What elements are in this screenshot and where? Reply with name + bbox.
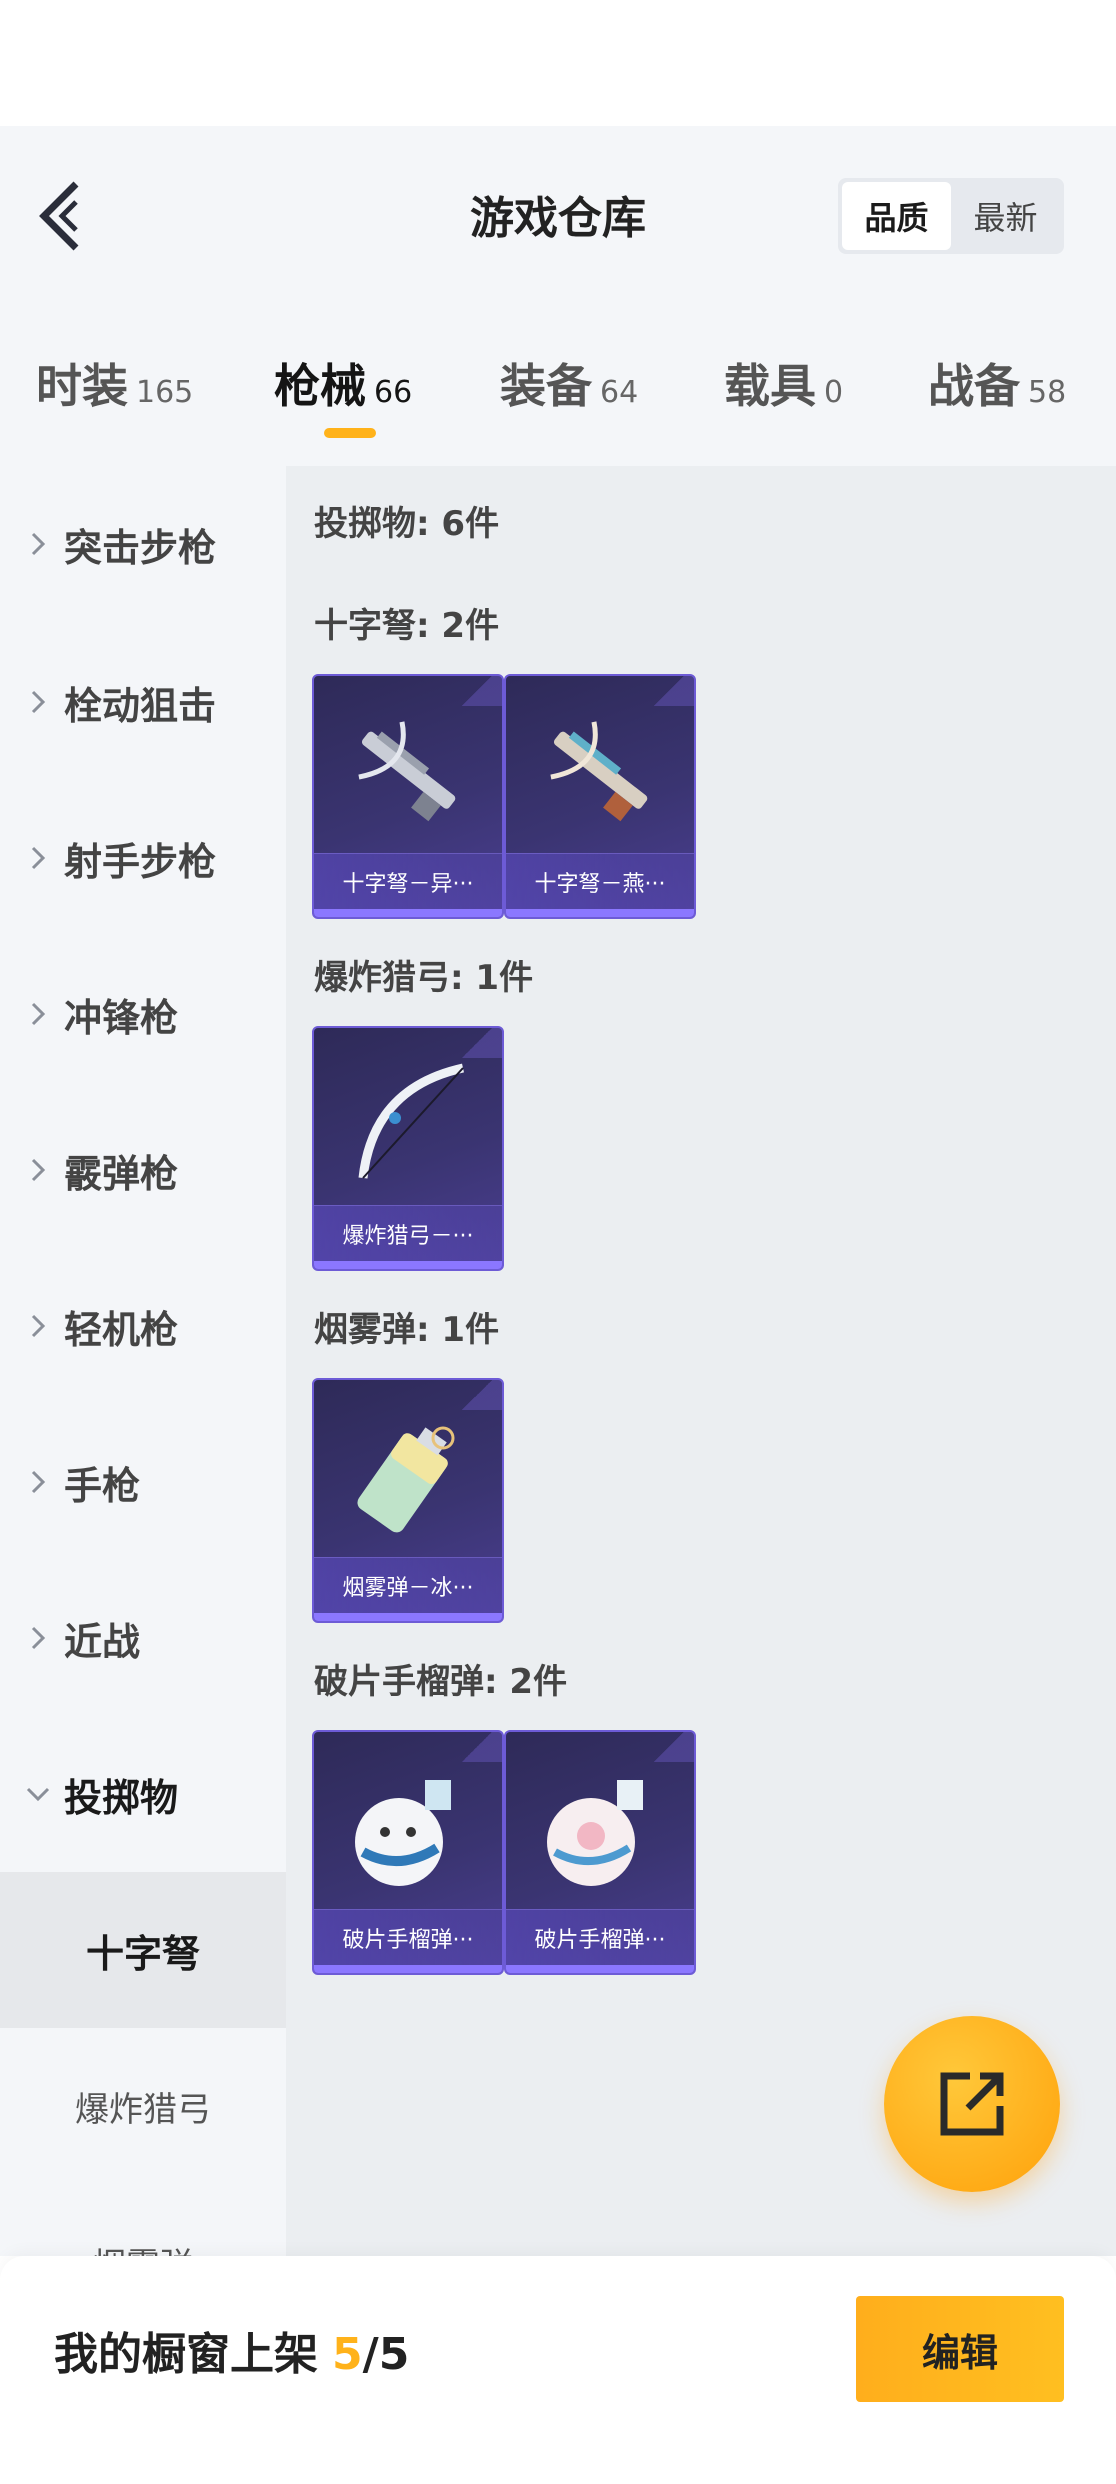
category-summary: 投掷物: 6件 bbox=[314, 504, 500, 544]
item-card-crossbow-2[interactable]: 十字弩－燕··· bbox=[504, 674, 696, 919]
sidebar-item-pistol[interactable]: 手枪 bbox=[0, 1432, 286, 1532]
showcase-total: 5 bbox=[378, 2329, 410, 2380]
tab-firearms[interactable]: 枪械 66 bbox=[274, 350, 412, 416]
rarity-bar bbox=[506, 909, 694, 917]
sidebar-item-label: 霰弹枪 bbox=[64, 1151, 179, 1196]
tab-count: 66 bbox=[374, 375, 413, 410]
back-arrow-icon bbox=[39, 181, 79, 251]
group-title-smoke-grenade: 烟雾弹: 1件 bbox=[314, 1310, 500, 1350]
chevron-right-icon bbox=[0, 1625, 64, 1651]
share-button[interactable] bbox=[884, 2016, 1060, 2192]
item-name: 破片手榴弹··· bbox=[506, 1909, 694, 1965]
rarity-bar bbox=[314, 1261, 502, 1269]
item-name: 烟雾弹－冰··· bbox=[314, 1557, 502, 1613]
sidebar-item-lmg[interactable]: 轻机枪 bbox=[0, 1276, 286, 1376]
status-bar bbox=[0, 0, 1116, 126]
share-icon bbox=[940, 2072, 1004, 2136]
chevron-right-icon bbox=[0, 845, 64, 871]
chevron-right-icon bbox=[0, 1469, 64, 1495]
group-title-crossbow: 十字弩: 2件 bbox=[314, 606, 500, 646]
bow-icon bbox=[314, 1038, 502, 1208]
sidebar: 突击步枪 栓动狙击 射手步枪 冲锋枪 霰弹枪 轻机枪 手枪 近战 投掷物 十字弩… bbox=[0, 466, 286, 2256]
chevron-right-icon bbox=[0, 531, 64, 557]
frag-grenade-icon bbox=[314, 1742, 502, 1912]
rarity-bar bbox=[314, 909, 502, 917]
group-title-explosive-bow: 爆炸猎弓: 1件 bbox=[314, 958, 534, 998]
tab-label: 枪械 bbox=[274, 359, 366, 413]
sidebar-item-throwables[interactable]: 投掷物 bbox=[0, 1744, 286, 1844]
sidebar-item-label: 手枪 bbox=[64, 1463, 141, 1508]
active-tab-indicator bbox=[324, 428, 376, 438]
tab-equipment[interactable]: 装备 64 bbox=[500, 350, 638, 416]
sidebar-item-bolt-sniper[interactable]: 栓动狙击 bbox=[0, 652, 286, 752]
category-tabs: 时装 165 枪械 66 装备 64 载具 0 战备 58 bbox=[0, 306, 1116, 466]
item-name: 十字弩－燕··· bbox=[506, 853, 694, 909]
sidebar-item-assault-rifle[interactable]: 突击步枪 bbox=[0, 494, 286, 594]
sidebar-item-label: 突击步枪 bbox=[64, 525, 217, 570]
showcase-count: 我的橱窗上架 5 / 5 bbox=[54, 2318, 409, 2382]
sidebar-item-shotgun[interactable]: 霰弹枪 bbox=[0, 1120, 286, 1220]
group-title-frag-grenade: 破片手榴弹: 2件 bbox=[314, 1662, 568, 1702]
item-name: 爆炸猎弓－··· bbox=[314, 1205, 502, 1261]
showcase-separator: / bbox=[362, 2329, 379, 2380]
tab-supplies[interactable]: 战备 58 bbox=[928, 350, 1066, 416]
crossbow-icon bbox=[314, 686, 502, 856]
rarity-bar bbox=[506, 1965, 694, 1973]
rarity-bar bbox=[314, 1613, 502, 1621]
item-card-frag-grenade-2[interactable]: 破片手榴弹··· bbox=[504, 1730, 696, 1975]
tab-count: 165 bbox=[136, 375, 194, 410]
sidebar-item-marksman-rifle[interactable]: 射手步枪 bbox=[0, 808, 286, 908]
sidebar-item-label: 投掷物 bbox=[64, 1775, 179, 1820]
tab-count: 58 bbox=[1028, 375, 1067, 410]
crossbow-icon bbox=[506, 686, 694, 856]
tab-count: 64 bbox=[600, 375, 639, 410]
tab-vehicles[interactable]: 载具 0 bbox=[724, 350, 843, 416]
edit-button[interactable]: 编辑 bbox=[856, 2296, 1064, 2402]
chevron-right-icon bbox=[0, 689, 64, 715]
sort-toggle: 品质 最新 bbox=[838, 178, 1064, 254]
chevron-right-icon bbox=[0, 1157, 64, 1183]
back-button[interactable] bbox=[30, 176, 90, 256]
header: 游戏仓库 品质 最新 bbox=[0, 126, 1116, 306]
chevron-down-icon bbox=[0, 1786, 64, 1802]
tab-label: 装备 bbox=[500, 359, 592, 413]
frag-grenade-icon bbox=[506, 1742, 694, 1912]
chevron-right-icon bbox=[0, 1313, 64, 1339]
sidebar-item-melee[interactable]: 近战 bbox=[0, 1588, 286, 1688]
sort-newest-option[interactable]: 最新 bbox=[951, 182, 1060, 250]
showcase-label: 我的橱窗上架 bbox=[54, 2329, 318, 2380]
sort-quality-option[interactable]: 品质 bbox=[842, 182, 951, 250]
item-card-crossbow-1[interactable]: 十字弩－异··· bbox=[312, 674, 504, 919]
item-card-explosive-bow[interactable]: 爆炸猎弓－··· bbox=[312, 1026, 504, 1271]
footer-bar: 我的橱窗上架 5 / 5 编辑 bbox=[0, 2256, 1116, 2484]
tab-fashion[interactable]: 时装 165 bbox=[36, 350, 193, 416]
sidebar-item-label: 栓动狙击 bbox=[64, 683, 217, 728]
tab-label: 载具 bbox=[724, 359, 816, 413]
sidebar-item-label: 近战 bbox=[64, 1619, 141, 1664]
item-card-frag-grenade-1[interactable]: 破片手榴弹··· bbox=[312, 1730, 504, 1975]
sidebar-item-label: 轻机枪 bbox=[64, 1307, 179, 1352]
smoke-grenade-icon bbox=[314, 1390, 502, 1560]
sidebar-item-label: 冲锋枪 bbox=[64, 995, 179, 1040]
item-name: 破片手榴弹··· bbox=[314, 1909, 502, 1965]
sidebar-item-smg[interactable]: 冲锋枪 bbox=[0, 964, 286, 1064]
chevron-right-icon bbox=[0, 1001, 64, 1027]
tab-label: 时装 bbox=[36, 359, 128, 413]
tab-count: 0 bbox=[824, 375, 844, 410]
item-name: 十字弩－异··· bbox=[314, 853, 502, 909]
item-card-smoke-grenade[interactable]: 烟雾弹－冰··· bbox=[312, 1378, 504, 1623]
item-grid: 投掷物: 6件 十字弩: 2件 十字弩－异··· 十字弩－燕··· 爆炸猎弓: … bbox=[286, 466, 1116, 2256]
tab-label: 战备 bbox=[928, 359, 1020, 413]
sidebar-subitem-crossbow[interactable]: 十字弩 bbox=[0, 1872, 286, 2028]
sidebar-item-label: 射手步枪 bbox=[64, 839, 217, 884]
showcase-current: 5 bbox=[332, 2329, 363, 2380]
sidebar-subitem-smoke-grenade[interactable]: 烟雾弹 bbox=[0, 2184, 286, 2257]
sidebar-subitem-explosive-bow[interactable]: 爆炸猎弓 bbox=[0, 2028, 286, 2184]
rarity-bar bbox=[314, 1965, 502, 1973]
